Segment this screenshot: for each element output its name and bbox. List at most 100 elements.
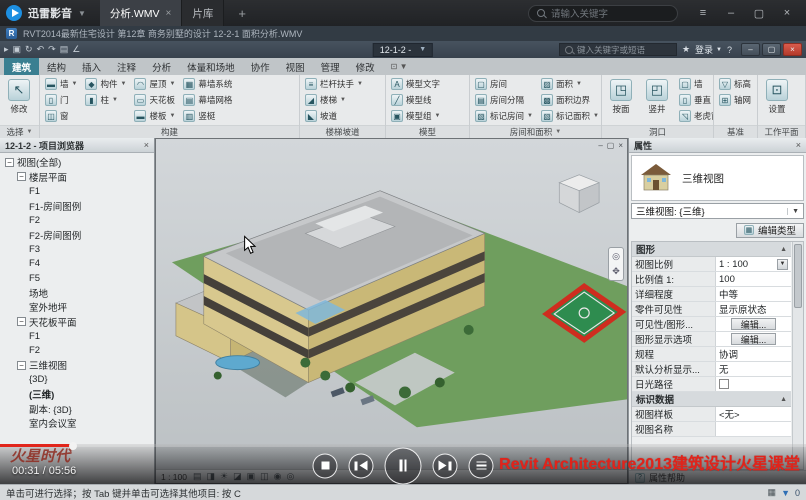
revit-minimize-button[interactable]: –: [741, 43, 760, 56]
login-button[interactable]: 登录 ▼: [695, 43, 722, 56]
edit-button[interactable]: 编辑...: [731, 333, 777, 345]
save-icon[interactable]: ▣: [13, 44, 22, 55]
ribbon-button[interactable]: ◹老虎窗: [676, 108, 713, 124]
worksets-icon[interactable]: ▦: [768, 487, 777, 498]
property-value[interactable]: 无: [716, 362, 791, 376]
property-group-header[interactable]: 标识数据▲: [632, 392, 791, 407]
revit-logo-icon[interactable]: R: [6, 28, 17, 39]
playlist-button[interactable]: [469, 453, 494, 478]
menu-icon[interactable]: ≡: [690, 3, 716, 23]
tree-item[interactable]: 室内会议室: [0, 416, 154, 431]
tree-item[interactable]: F2-房间图例: [0, 228, 154, 243]
ribbon-button[interactable]: ▤房间分隔: [472, 92, 536, 108]
revit-search-input[interactable]: 键入关键字或短语: [559, 43, 677, 56]
ribbon-tab[interactable]: 插入: [74, 58, 109, 75]
ribbon-button[interactable]: A模型文字: [388, 76, 443, 92]
tree-item[interactable]: F3: [0, 242, 154, 257]
ribbon-tab[interactable]: 协作: [243, 58, 278, 75]
ribbon-button[interactable]: ≡栏杆扶手▼: [302, 76, 366, 92]
view-restore-icon[interactable]: ▢: [607, 141, 615, 150]
revit-restore-button[interactable]: ▢: [762, 43, 781, 56]
tree-item[interactable]: −楼层平面: [0, 170, 154, 185]
steering-wheel-icon[interactable]: ◎: [612, 251, 620, 262]
new-tab-button[interactable]: +: [230, 6, 254, 21]
ribbon-button[interactable]: ⊡设置: [760, 76, 794, 124]
tree-item[interactable]: −天花板平面: [0, 315, 154, 330]
ribbon-button[interactable]: ▢墙: [676, 76, 713, 92]
ribbon-panel-label[interactable]: 洞口: [602, 125, 713, 138]
close-icon[interactable]: ×: [144, 140, 149, 150]
ribbon-button[interactable]: ↖修改: [2, 76, 36, 124]
property-value[interactable]: 显示原状态: [716, 302, 791, 316]
property-value[interactable]: 编辑...: [716, 317, 791, 331]
tree-item[interactable]: −三维视图: [0, 358, 154, 373]
ribbon-button[interactable]: ▬墙▼: [42, 76, 80, 92]
ribbon-tab[interactable]: 结构: [39, 58, 74, 75]
ribbon-panel-label[interactable]: 楼梯坡道: [300, 125, 385, 138]
view-close-icon[interactable]: ×: [618, 141, 623, 150]
tree-item[interactable]: F2: [0, 344, 154, 359]
ribbon-tab[interactable]: 修改: [348, 58, 383, 75]
ribbon-button[interactable]: ▢房间: [472, 76, 536, 92]
ribbon-button[interactable]: ▥竖梃: [180, 108, 235, 124]
previous-button[interactable]: [349, 453, 374, 478]
measure-icon[interactable]: ∠: [72, 44, 80, 55]
ribbon-panel-label[interactable]: 房间和面积▼: [470, 125, 601, 138]
ribbon-button[interactable]: ▯垂直: [676, 92, 713, 108]
undo-icon[interactable]: ↶: [37, 44, 45, 55]
close-icon[interactable]: ×: [774, 3, 800, 23]
ribbon-button[interactable]: ▦幕墙系统: [180, 76, 235, 92]
favorites-star-icon[interactable]: ★: [682, 44, 690, 55]
3d-view[interactable]: [156, 139, 627, 469]
property-value[interactable]: [716, 377, 791, 391]
video-area[interactable]: R RVT2014最新住宅设计 第12章 商务别墅的设计 12-2-1 面积分析…: [0, 26, 806, 500]
ribbon-button[interactable]: ◢楼梯▼: [302, 92, 366, 108]
tree-expand-icon[interactable]: −: [17, 361, 26, 370]
player-tab[interactable]: 片库: [182, 0, 224, 26]
ribbon-button[interactable]: ▤幕墙网格: [180, 92, 235, 108]
properties-header[interactable]: 属性 ×: [629, 138, 806, 153]
ribbon-button[interactable]: ⊞轴网: [716, 92, 754, 108]
ribbon-button[interactable]: ▭天花板: [131, 92, 178, 108]
ribbon-tab[interactable]: 注释: [109, 58, 144, 75]
property-value[interactable]: <无>: [716, 407, 791, 421]
project-browser-header[interactable]: 12-1-2 - 项目浏览器 ×: [0, 138, 154, 153]
tree-item[interactable]: F1: [0, 329, 154, 344]
ribbon-button[interactable]: ▧标记房间▼: [472, 108, 536, 124]
property-value[interactable]: 1 : 100▼: [716, 257, 791, 271]
sync-icon[interactable]: ↻: [25, 44, 33, 55]
ribbon-options-icon[interactable]: ⊡ ▼: [383, 58, 416, 75]
tree-item[interactable]: (三维): [0, 387, 154, 402]
tree-expand-icon[interactable]: −: [5, 158, 14, 167]
ribbon-button[interactable]: ▣模型组▼: [388, 108, 443, 124]
ribbon-button[interactable]: ◣坡道: [302, 108, 366, 124]
tree-expand-icon[interactable]: −: [17, 317, 26, 326]
help-icon[interactable]: ?: [727, 45, 732, 55]
ribbon-tab[interactable]: 管理: [313, 58, 348, 75]
maximize-icon[interactable]: ▢: [746, 3, 772, 23]
document-title-box[interactable]: 12-1-2 - ▼: [373, 43, 433, 57]
property-value[interactable]: [716, 422, 791, 436]
ribbon-tab[interactable]: 建筑: [4, 58, 39, 75]
ribbon-button[interactable]: ▧标记面积▼: [538, 108, 601, 124]
ribbon-button[interactable]: ▽标高: [716, 76, 754, 92]
properties-scrollbar[interactable]: [792, 242, 803, 469]
player-tab[interactable]: 分析.WMV×: [100, 0, 182, 26]
ribbon-tab[interactable]: 分析: [144, 58, 179, 75]
ribbon-tab[interactable]: 体量和场地: [179, 58, 243, 75]
tree-item[interactable]: −视图(全部): [0, 155, 154, 170]
player-logo-icon[interactable]: [6, 5, 22, 21]
tree-item[interactable]: F2: [0, 213, 154, 228]
view-minimize-icon[interactable]: –: [598, 141, 602, 150]
ribbon-button[interactable]: ◰竖井: [640, 76, 674, 124]
tree-item[interactable]: F5: [0, 271, 154, 286]
ribbon-tab[interactable]: 视图: [278, 58, 313, 75]
ribbon-button[interactable]: ◠屋顶▼: [131, 76, 178, 92]
ribbon-button[interactable]: ▮柱▼: [82, 92, 129, 108]
play-pause-button[interactable]: [385, 447, 422, 484]
ribbon-panel-label[interactable]: 基准: [714, 125, 757, 138]
ribbon-button[interactable]: ▩面积边界: [538, 92, 601, 108]
property-value[interactable]: 中等: [716, 287, 791, 301]
scrollbar-thumb[interactable]: [794, 244, 802, 308]
ribbon-button[interactable]: ◫窗: [42, 108, 80, 124]
